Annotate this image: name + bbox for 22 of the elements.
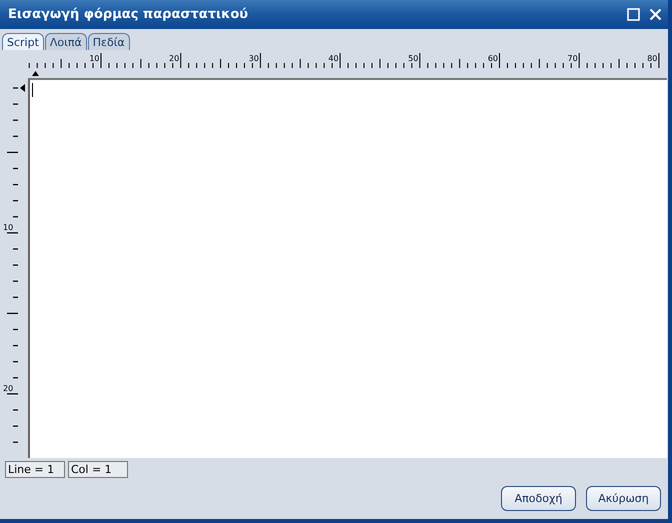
tab[interactable]: Script bbox=[2, 33, 44, 50]
ruler-number: 30 bbox=[248, 54, 259, 63]
ruler-number: 50 bbox=[408, 54, 418, 63]
line-indicator: Line = 1 bbox=[5, 461, 65, 478]
window-title: Εισαγωγή φόρμας παραστατικού bbox=[8, 7, 250, 22]
ruler-number: 20 bbox=[169, 54, 180, 63]
tab[interactable]: Λοιπά bbox=[44, 33, 87, 50]
maximize-icon[interactable] bbox=[627, 8, 640, 21]
cancel-button[interactable]: Ακύρωση bbox=[586, 486, 661, 511]
ruler-number: 10 bbox=[89, 54, 100, 63]
close-icon[interactable] bbox=[649, 8, 662, 21]
caret-marker-icon[interactable] bbox=[32, 71, 39, 76]
accept-button[interactable]: Αποδοχή bbox=[501, 486, 576, 511]
ruler-number: 80 bbox=[647, 54, 658, 63]
ruler-number: 20 bbox=[3, 384, 14, 393]
ruler-number: 60 bbox=[488, 54, 498, 63]
column-indicator: Col = 1 bbox=[68, 461, 128, 478]
ruler-number: 40 bbox=[328, 54, 339, 63]
line-marker-icon[interactable] bbox=[20, 84, 25, 92]
tab[interactable]: Πεδία bbox=[88, 33, 130, 50]
ruler-number: 70 bbox=[568, 54, 578, 63]
ruler-number: 10 bbox=[3, 222, 14, 232]
